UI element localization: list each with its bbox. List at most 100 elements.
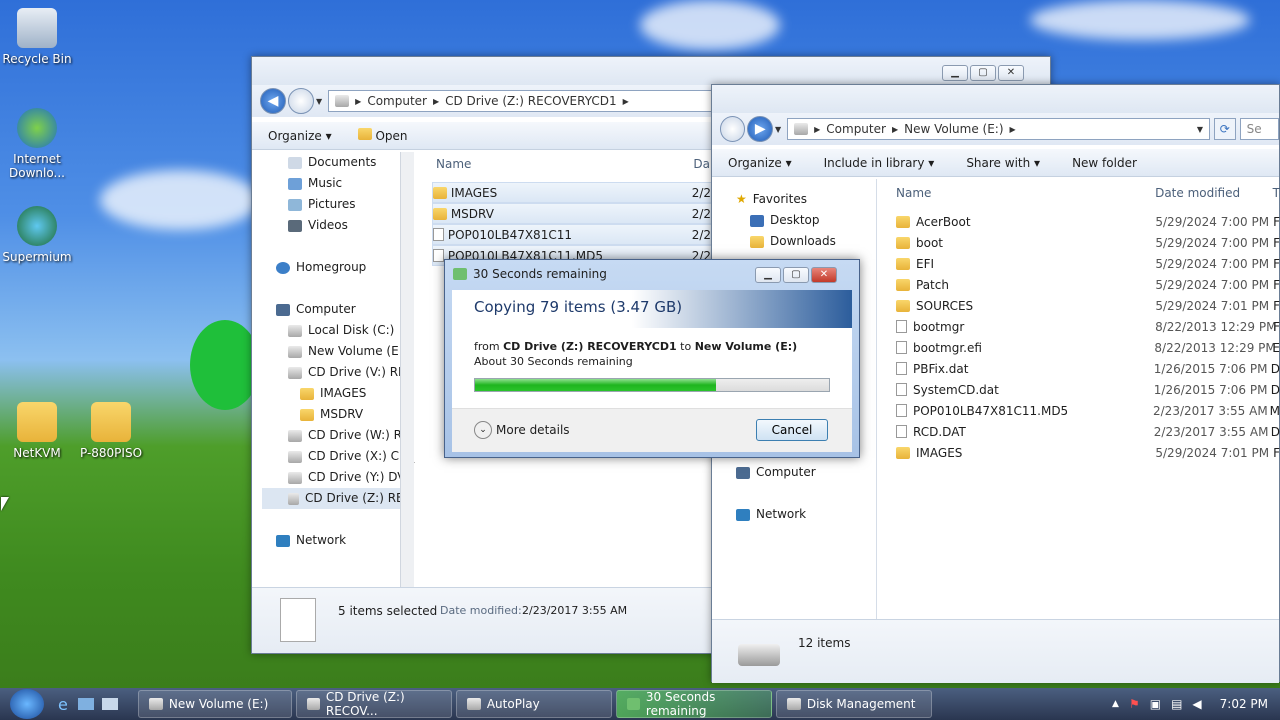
file-icon (433, 249, 444, 262)
nav-item-cd-y[interactable]: CD Drive (Y:) DVD (288, 467, 415, 488)
nav-item-new-volume[interactable]: New Volume (E:) (288, 341, 415, 362)
maximize-button[interactable]: ▢ (783, 267, 809, 283)
file-row[interactable]: AcerBoot 5/29/2024 7:00 PM F (896, 211, 1280, 232)
close-button[interactable]: ✕ (998, 65, 1024, 81)
nav-item-network[interactable]: Network (276, 530, 415, 551)
nav-item-computer[interactable]: Computer (736, 462, 836, 483)
cancel-button[interactable]: Cancel (756, 419, 828, 441)
nav-item-videos[interactable]: Videos (288, 215, 415, 236)
file-row[interactable]: bootmgr 8/22/2013 12:29 PM F (896, 316, 1280, 337)
address-bar[interactable]: ▶ Computer ▶ CD Drive (Z:) RECOVERYCD1 ▶ (328, 90, 729, 112)
search-input[interactable]: Se (1239, 118, 1280, 140)
back-button[interactable] (720, 116, 746, 142)
power-icon[interactable]: ▤ (1171, 697, 1182, 711)
breadcrumb-computer[interactable]: Computer (826, 122, 886, 136)
nav-item-homegroup[interactable]: Homegroup (276, 257, 415, 278)
minimize-button[interactable]: ▁ (942, 65, 968, 81)
close-button[interactable]: ✕ (811, 267, 837, 283)
breadcrumb-cd-drive[interactable]: CD Drive (Z:) RECOVERYCD1 (445, 94, 617, 108)
network-tray-icon[interactable]: ▣ (1150, 697, 1161, 711)
open-button[interactable]: Open (357, 128, 408, 143)
address-dropdown-icon[interactable]: ▼ (1197, 125, 1203, 134)
dialog-title-bar[interactable]: 30 Seconds remaining (453, 267, 607, 281)
nav-item-images[interactable]: IMAGES (300, 383, 415, 404)
include-in-library-menu[interactable]: Include in library ▾ (824, 156, 935, 170)
nav-item-cd-x[interactable]: CD Drive (X:) CD_ (288, 446, 415, 467)
start-button[interactable] (10, 689, 44, 719)
nav-item-msdrv[interactable]: MSDRV (300, 404, 415, 425)
file-row[interactable]: IMAGES 5/29/2024 7:01 PM F (896, 442, 1280, 463)
organize-menu[interactable]: Organize ▾ (268, 129, 332, 143)
nav-item-computer[interactable]: Computer (276, 299, 415, 320)
taskbar-item-copy-progress[interactable]: 30 Seconds remaining (615, 690, 772, 718)
breadcrumb-new-volume[interactable]: New Volume (E:) (904, 122, 1003, 136)
title-bar[interactable] (712, 85, 1279, 115)
show-hidden-icons[interactable]: ▲ (1112, 699, 1119, 709)
file-row[interactable]: SystemCD.dat 1/26/2015 7:06 PM D (896, 379, 1280, 400)
file-row[interactable]: EFI 5/29/2024 7:00 PM F (896, 253, 1280, 274)
column-header-name[interactable]: Name (896, 186, 1155, 200)
recent-pages-icon[interactable]: ▼ (775, 125, 781, 134)
nav-item-local-disk[interactable]: Local Disk (C:) (288, 320, 415, 341)
file-row[interactable]: bootmgr.efi 8/22/2013 12:29 PM E (896, 337, 1280, 358)
desktop-icon-netkvm[interactable]: NetKVM (2, 402, 72, 460)
forward-button[interactable]: ▶ (747, 116, 773, 142)
file-row[interactable]: MSDRV 2/2 (432, 203, 712, 224)
address-bar[interactable]: ▶ Computer ▶ New Volume (E:) ▶ ▼ (787, 118, 1211, 140)
column-header-type[interactable]: T (1273, 186, 1280, 200)
file-row[interactable]: PBFix.dat 1/26/2015 7:06 PM D (896, 358, 1280, 379)
taskbar-item-autoplay[interactable]: AutoPlay (455, 690, 612, 718)
clock[interactable]: 7:02 PM (1220, 697, 1268, 711)
desktop-icon-supermium[interactable]: Supermium (2, 206, 72, 264)
file-row[interactable]: POP010LB47X81C11 2/2 (432, 224, 712, 245)
file-row[interactable]: POP010LB47X81C11.MD5 2/23/2017 3:55 AM M (896, 400, 1280, 421)
nav-item-cd-w[interactable]: CD Drive (W:) RE (288, 425, 415, 446)
nav-item-network[interactable]: Network (736, 504, 836, 525)
minimize-button[interactable]: ▁ (755, 267, 781, 283)
action-center-icon[interactable]: ⚑ (1129, 697, 1140, 711)
copy-progress-dialog[interactable]: 30 Seconds remaining ▁ ▢ ✕ Copying 79 item… (444, 259, 860, 458)
share-with-menu[interactable]: Share with ▾ (966, 156, 1040, 170)
internet-explorer-icon[interactable]: e (58, 695, 68, 714)
file-row[interactable]: Patch 5/29/2024 7:00 PM F (896, 274, 1280, 295)
column-header-name[interactable]: Name Da (432, 153, 712, 174)
network-icon (276, 534, 290, 547)
explorer-icon[interactable] (101, 698, 118, 710)
nav-item-favorites[interactable]: ★ Favorites (736, 189, 836, 210)
cloud (640, 0, 780, 50)
nav-item-desktop[interactable]: Desktop (750, 210, 836, 231)
nav-item-documents[interactable]: Documents (288, 152, 415, 173)
volume-icon[interactable]: ◀ (1192, 697, 1201, 711)
recent-pages-icon[interactable]: ▼ (316, 97, 322, 106)
window-controls: ▁ ▢ ✕ (755, 267, 837, 283)
nav-item-cd-v[interactable]: CD Drive (V:) REC (288, 362, 415, 383)
column-header-date[interactable]: Date modified (1155, 186, 1273, 200)
command-bar: Organize ▾ Include in library ▾ Share wi… (712, 149, 1279, 177)
forward-button[interactable] (288, 88, 314, 114)
desktop-icon-p880piso[interactable]: P-880PISO (76, 402, 146, 460)
refresh-icon[interactable]: ⟳ (1214, 118, 1236, 140)
file-row[interactable]: IMAGES 2/2 (432, 182, 712, 203)
disk-management-icon (786, 698, 801, 710)
nav-item-music[interactable]: Music (288, 173, 415, 194)
file-row[interactable]: boot 5/29/2024 7:00 PM F (896, 232, 1280, 253)
desktop-icon-internet-download[interactable]: Internet Downlo... (2, 108, 72, 180)
organize-menu[interactable]: Organize ▾ (728, 156, 792, 170)
taskbar-item-cd-drive[interactable]: CD Drive (Z:) RECOV... (295, 690, 452, 718)
nav-scrollbar[interactable] (400, 152, 414, 592)
taskbar-item-disk-management[interactable]: Disk Management (775, 690, 932, 718)
maximize-button[interactable]: ▢ (970, 65, 996, 81)
back-button[interactable]: ◀ (260, 88, 286, 114)
file-row[interactable]: RCD.DAT 2/23/2017 3:55 AM D (896, 421, 1280, 442)
nav-item-downloads[interactable]: Downloads (750, 231, 836, 252)
show-desktop-icon[interactable] (77, 698, 94, 710)
file-row[interactable]: SOURCES 5/29/2024 7:01 PM F (896, 295, 1280, 316)
title-bar[interactable] (252, 57, 1050, 87)
desktop-icon-recycle-bin[interactable]: Recycle Bin (2, 8, 72, 66)
breadcrumb-computer[interactable]: Computer (367, 94, 427, 108)
new-folder-button[interactable]: New folder (1072, 156, 1137, 170)
taskbar-item-new-volume[interactable]: New Volume (E:) (137, 690, 292, 718)
nav-item-cd-z[interactable]: CD Drive (Z:) REC (262, 488, 412, 509)
nav-item-pictures[interactable]: Pictures (288, 194, 415, 215)
more-details-toggle[interactable]: ⌄ More details (474, 421, 570, 439)
